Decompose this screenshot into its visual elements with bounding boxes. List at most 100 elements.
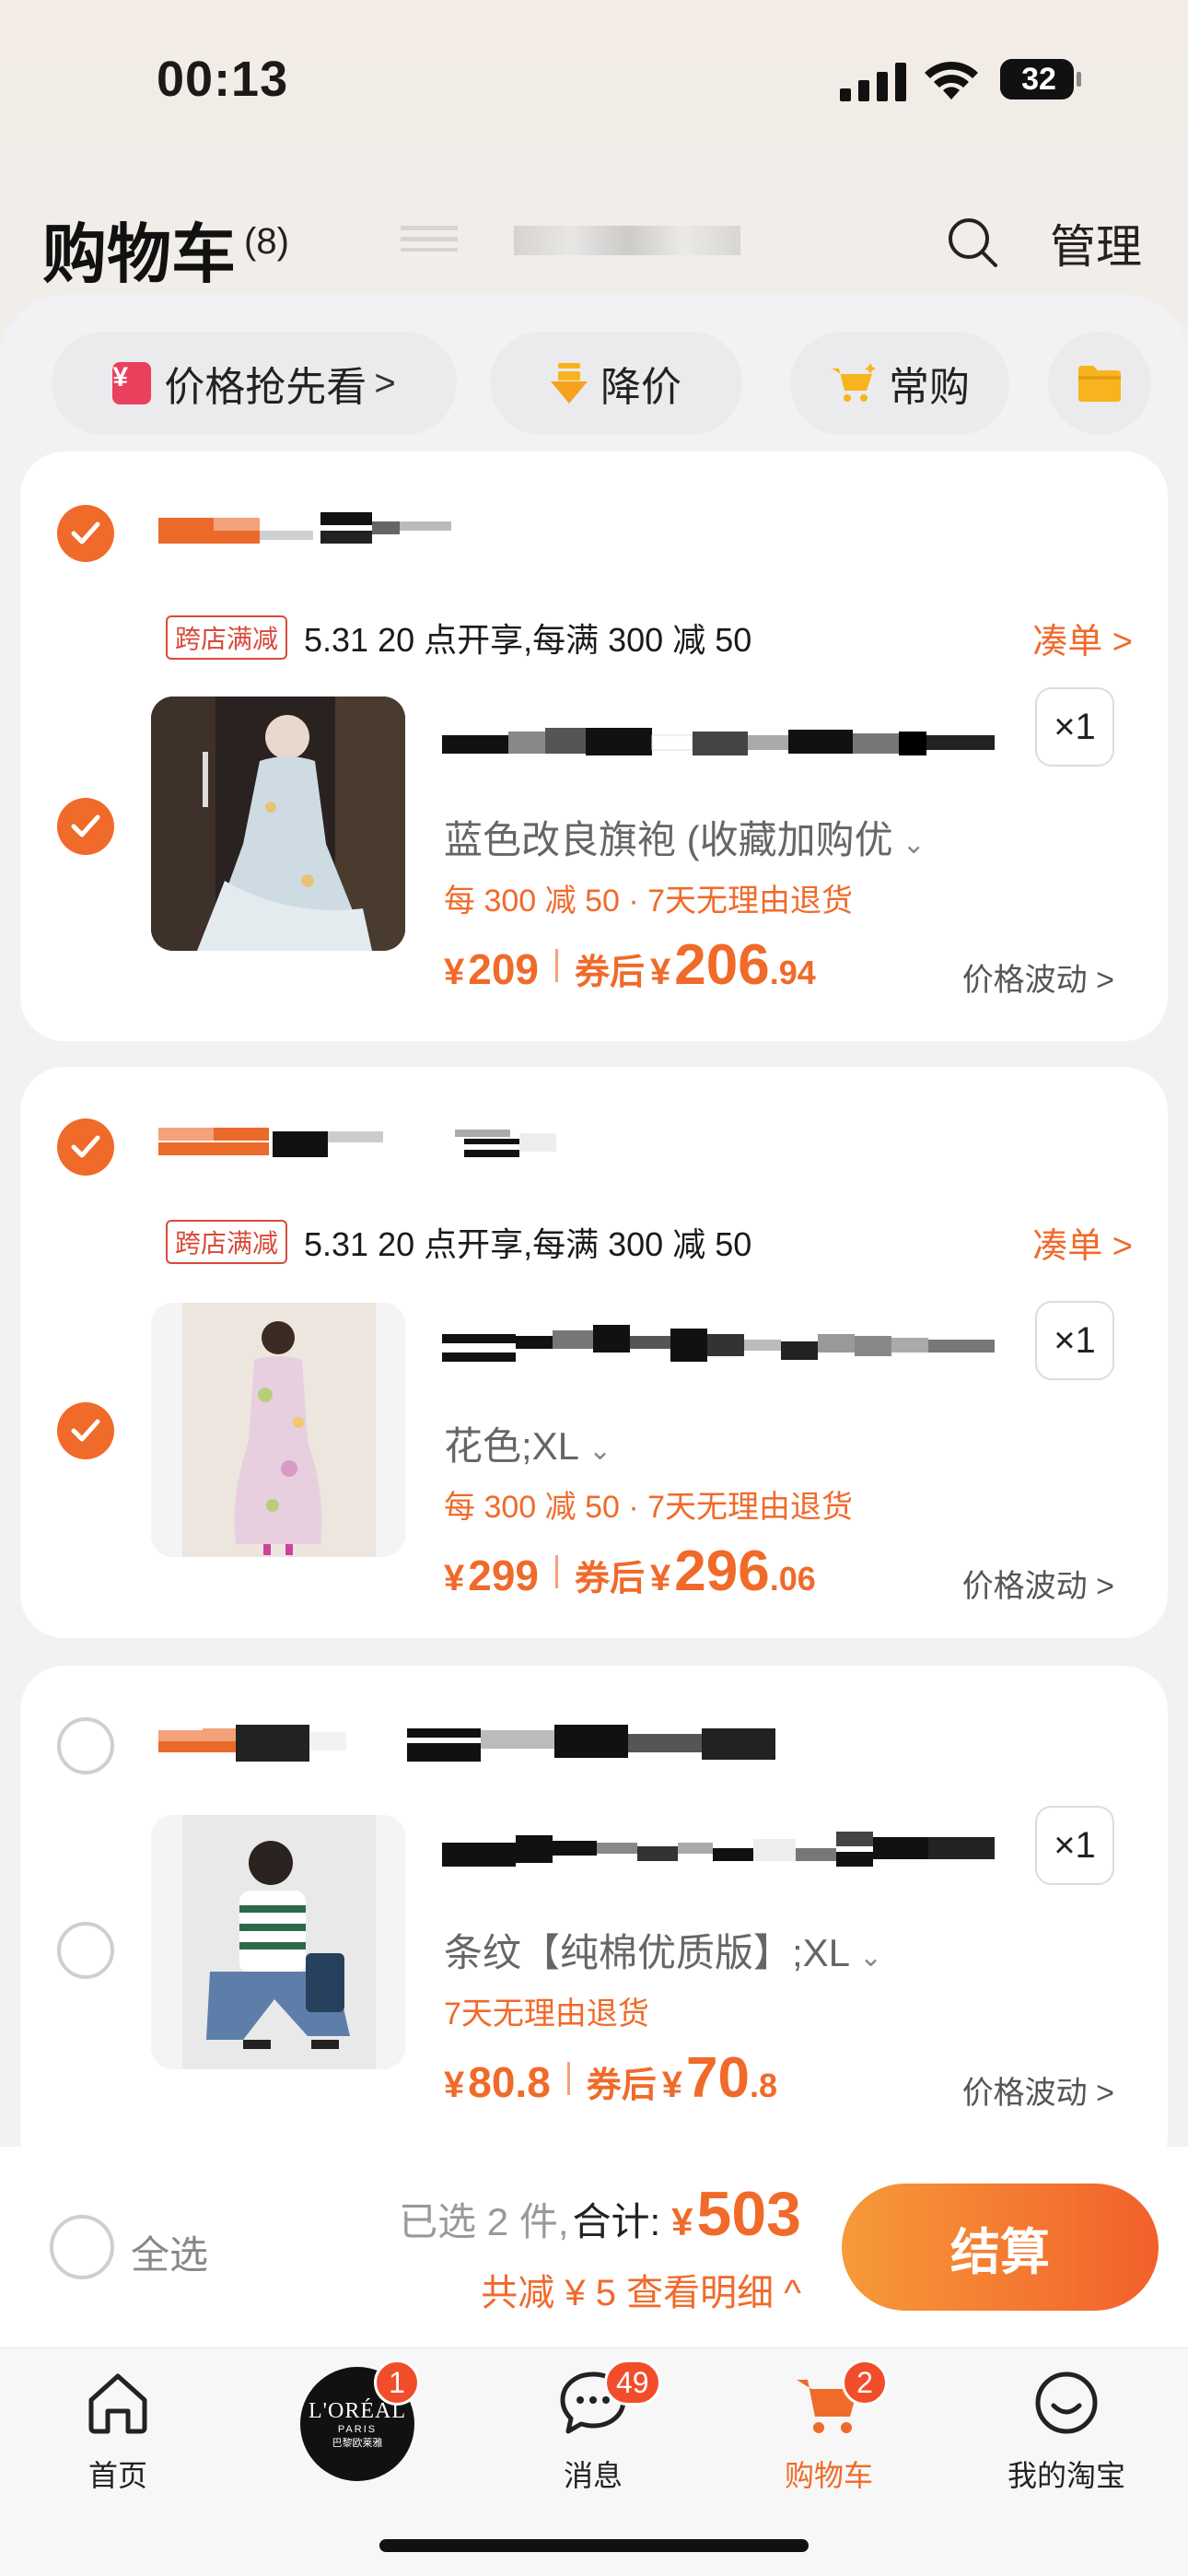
product-thumbnail[interactable]: [151, 1303, 405, 1557]
sku-selector[interactable]: 蓝色改良旗袍 (收藏加购优 ⌄: [444, 809, 926, 865]
header: 购物车 (8) 管理: [0, 184, 1188, 295]
folder-icon: [1078, 366, 1121, 402]
item-title-redacted[interactable]: [442, 724, 995, 761]
header-tab-redacted[interactable]: [401, 226, 458, 252]
home-indicator[interactable]: [379, 2539, 809, 2552]
filter-price-drop[interactable]: 降价: [490, 332, 742, 435]
cart-sheet: ¥ 价格抢先看 > 降价 常购 跨店满减 5.31 20 点开享,每满 300 …: [0, 295, 1188, 2147]
store-card: ×1 条纹【纯棉优质版】;XL ⌄ 7天无理由退货 ¥ 80.8 券后 ¥ 70 …: [20, 1666, 1168, 2147]
checkout-button[interactable]: 结算: [842, 2184, 1159, 2311]
collect-order-link[interactable]: 凑单 >: [1032, 613, 1133, 663]
item-checkbox[interactable]: [57, 1402, 114, 1459]
currency-symbol: ¥: [661, 2065, 683, 2105]
notification-badge: 2: [842, 2359, 888, 2406]
checkmark-icon: [71, 521, 100, 544]
collect-order-link[interactable]: 凑单 >: [1032, 1217, 1133, 1268]
select-all-label[interactable]: 全选: [131, 2224, 208, 2280]
cart-count: (8): [244, 221, 289, 262]
after-coupon-label: 券后: [575, 954, 646, 992]
price-row: ¥ 80.8 券后 ¥ 70 .8: [444, 2045, 777, 2111]
promo-tag: 跨店满减: [166, 1220, 288, 1264]
discount-details-link[interactable]: 共减 ¥ 5 查看明细 ^: [481, 2263, 801, 2316]
store-checkbox[interactable]: [57, 1717, 114, 1774]
item-title-redacted[interactable]: [442, 1325, 995, 1362]
tab-home[interactable]: 首页: [26, 2367, 210, 2495]
quantity-button[interactable]: ×1: [1035, 1806, 1114, 1885]
sku-text: 花色;XL: [444, 1424, 580, 1468]
arrow-down-icon: [551, 363, 588, 404]
page-title: 购物车: [42, 218, 236, 290]
filter-frequent[interactable]: 常购: [790, 332, 1009, 435]
filter-price-first[interactable]: ¥ 价格抢先看 >: [52, 332, 457, 435]
tab-label: 消息: [563, 2459, 623, 2492]
checkout-bar: 全选 已选 2 件, 合计: ¥ 503 共减 ¥ 5 查看明细 ^ 结算: [0, 2147, 1188, 2348]
after-coupon-price-dec: .06: [769, 1560, 816, 1598]
after-coupon-price-int: 206: [674, 933, 770, 997]
sku-selector[interactable]: 条纹【纯棉优质版】;XL ⌄: [444, 1922, 882, 1978]
price-fluctuation-link[interactable]: 价格波动 >: [962, 954, 1114, 1000]
filter-label: 价格抢先看: [164, 365, 367, 410]
store-checkbox[interactable]: [57, 1118, 114, 1176]
service-text: 每 300 减 50 · 7天无理由退货: [444, 884, 854, 919]
promo-row[interactable]: 跨店满减 5.31 20 点开享,每满 300 减 50 凑单 >: [166, 614, 1142, 662]
original-price: 80.8: [468, 2058, 551, 2106]
item-checkbox[interactable]: [57, 798, 114, 855]
after-coupon-price-dec: .8: [750, 2067, 778, 2104]
tab-cart[interactable]: 购物车 2: [737, 2359, 921, 2495]
select-all-checkbox[interactable]: [50, 2215, 114, 2279]
tab-brand-ad[interactable]: L'ORÉAL PARIS 巴黎欧莱雅 1: [265, 2359, 449, 2481]
price-divider: [566, 2061, 570, 2095]
notification-badge: 1: [374, 2359, 420, 2406]
after-coupon-label: 券后: [586, 2067, 657, 2105]
item-checkbox[interactable]: [57, 1922, 114, 1979]
service-text: 7天无理由退货: [444, 1996, 649, 2032]
price-fluctuation-link[interactable]: 价格波动 >: [962, 2067, 1114, 2113]
filter-label: 常购: [889, 365, 970, 410]
after-coupon-price-dec: .94: [769, 954, 816, 991]
currency-symbol: ¥: [650, 952, 671, 992]
filter-folder[interactable]: [1048, 332, 1151, 435]
tab-messages[interactable]: 消息 49: [501, 2359, 685, 2495]
status-time: 00:13: [157, 52, 289, 107]
sku-text: 条纹【纯棉优质版】;XL: [444, 1931, 851, 1974]
product-thumbnail[interactable]: [151, 1815, 405, 2069]
header-tab-redacted[interactable]: [514, 226, 740, 255]
quantity-button[interactable]: ×1: [1035, 687, 1114, 767]
cart-sparkle-icon: [832, 363, 876, 402]
original-price: 299: [468, 1551, 539, 1599]
search-icon[interactable]: [945, 215, 1000, 270]
product-thumbnail[interactable]: [151, 697, 405, 951]
service-text: 每 300 减 50 · 7天无理由退货: [444, 1490, 854, 1525]
item-title-redacted[interactable]: [442, 1830, 995, 1867]
currency-symbol: ¥: [671, 2200, 693, 2243]
store-name-redacted[interactable]: [158, 512, 536, 555]
sku-selector[interactable]: 花色;XL ⌄: [444, 1415, 611, 1471]
tab-label: 首页: [87, 2459, 147, 2492]
checkmark-icon: [71, 814, 100, 837]
manage-button[interactable]: 管理: [1050, 210, 1142, 276]
total-amount: 503: [696, 2179, 801, 2249]
sku-text: 蓝色改良旗袍 (收藏加购优: [444, 818, 893, 861]
cellular-signal-icon: [840, 63, 906, 101]
price-divider: [555, 1554, 558, 1588]
price-fluctuation-link[interactable]: 价格波动 >: [962, 1561, 1114, 1606]
total-label: 合计:: [572, 2200, 661, 2243]
filter-label: 降价: [600, 365, 681, 410]
currency-symbol: ¥: [444, 952, 465, 992]
store-name-redacted[interactable]: [158, 1126, 619, 1168]
logo-sub: PARIS: [337, 2423, 378, 2435]
checkmark-icon: [71, 1419, 100, 1442]
store-checkbox[interactable]: [57, 505, 114, 562]
home-icon: [88, 2373, 147, 2434]
store-name-redacted[interactable]: [158, 1725, 785, 1767]
promo-row[interactable]: 跨店满减 5.31 20 点开享,每满 300 减 50 凑单 >: [166, 1218, 1142, 1266]
status-bar: 00:13 32: [0, 0, 1188, 157]
quantity-button[interactable]: ×1: [1035, 1301, 1114, 1380]
total-line: 已选 2 件, 合计: ¥ 503: [399, 2178, 801, 2250]
tab-profile[interactable]: 我的淘宝: [974, 2367, 1159, 2495]
after-coupon-price-int: 70: [686, 2046, 751, 2110]
after-coupon-price-int: 296: [674, 1540, 770, 1603]
promo-text: 5.31 20 点开享,每满 300 减 50: [304, 1225, 752, 1263]
after-coupon-label: 券后: [575, 1560, 646, 1598]
battery-level: 32: [1021, 62, 1056, 97]
